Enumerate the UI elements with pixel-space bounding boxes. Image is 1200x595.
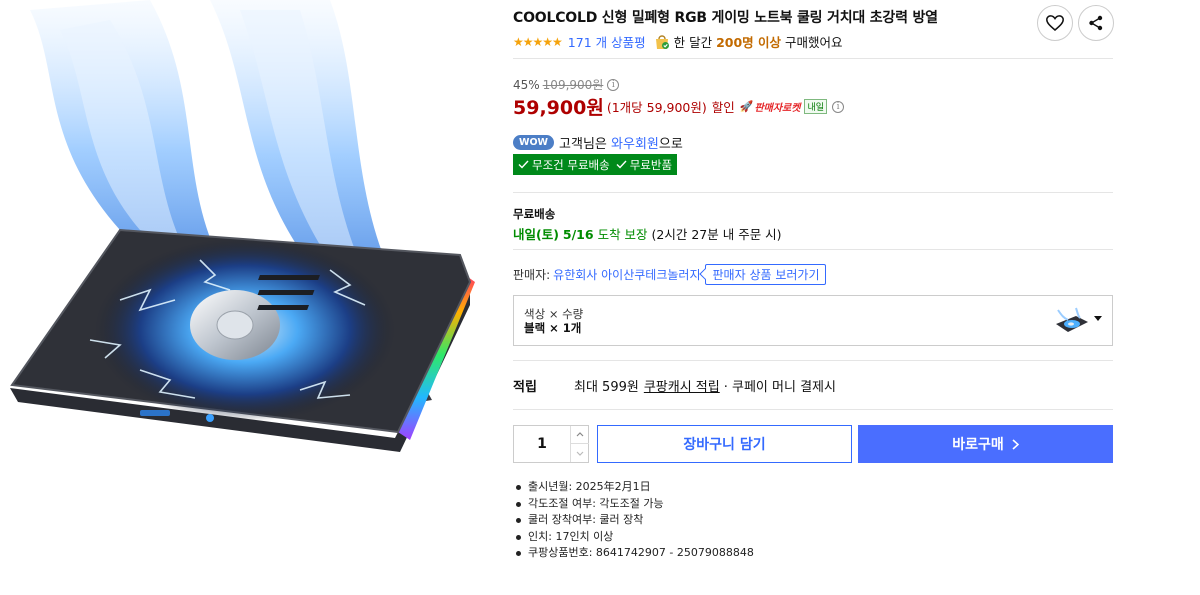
arrival-guarantee: 도착 보장 (597, 227, 648, 242)
wow-benefit-box: 무조건 무료배송 무료반품 (513, 154, 678, 175)
seller-name-link[interactable]: 유한회사 아이산쿠테크놀러지 (553, 266, 700, 283)
review-count-link[interactable]: 171 개 상품평 (568, 32, 646, 51)
product-title: COOLCOLD 신형 밀폐형 RGB 게이밍 노트북 쿨링 거치대 초강력 방… (513, 10, 938, 26)
reward-label: 적립 (513, 380, 537, 395)
bought-count: 200명 이상 (716, 35, 782, 50)
wow-member-link[interactable]: 와우회원 (611, 133, 659, 152)
wishlist-button[interactable] (1037, 5, 1073, 41)
share-icon (1089, 15, 1103, 31)
heart-icon (1046, 15, 1064, 31)
quantity-input[interactable]: 1 (514, 426, 570, 462)
monthly-purchase-text: 한 달간 200명 이상 구매했어요 (674, 32, 843, 51)
free-shipping-benefit: 무조건 무료배송 (532, 157, 610, 172)
reward-condition: · 쿠페이 머니 결제시 (723, 380, 836, 395)
quantity-decrease-button[interactable] (570, 444, 589, 462)
rocket-icon: 🚀 (739, 100, 754, 113)
option-thumbnail (1056, 307, 1088, 332)
wow-badge: WOW (513, 135, 555, 150)
buy-now-label: 바로구매 (952, 437, 1004, 453)
add-to-cart-button[interactable]: 장바구니 담기 (597, 425, 852, 463)
spec-item: 출시년월: 2025年2月1日 (513, 479, 754, 496)
spec-list: 출시년월: 2025年2月1日 각도조절 여부: 각도조절 가능 쿨러 장착여부… (513, 479, 754, 562)
chevron-up-icon (576, 432, 584, 437)
spec-item: 쿨러 장착여부: 쿨러 장착 (513, 512, 754, 529)
spec-item: 인치: 17인치 이상 (513, 529, 754, 546)
unit-price: (1개당 59,900원) (606, 100, 707, 115)
divider (513, 409, 1113, 410)
spec-item: 쿠팡상품번호: 8641742907 - 25079088848 (513, 545, 754, 562)
share-button[interactable] (1078, 5, 1114, 41)
shopping-bag-icon (655, 35, 669, 49)
tomorrow-badge: 내일 (804, 99, 828, 114)
seller-label: 판매자: (513, 268, 551, 282)
check-icon (616, 160, 627, 169)
coupang-cash-link[interactable]: 쿠팡캐시 적립 (644, 376, 720, 395)
arrival-day: 내일(토) (513, 227, 559, 242)
original-price: 109,900원 (542, 78, 604, 92)
divider (513, 192, 1113, 193)
arrival-date: 5/16 (562, 227, 594, 242)
discount-row: 45% 109,900원 i (513, 76, 620, 93)
option-value: 블랙 × 1개 (524, 321, 582, 335)
caret-down-icon (1094, 316, 1102, 321)
free-return-benefit: 무료반품 (629, 157, 673, 172)
quantity-increase-button[interactable] (570, 426, 589, 444)
chevron-right-icon (1012, 438, 1019, 450)
wow-member-row: WOW 고객님은 와우회원 으로 (513, 133, 683, 152)
bought-prefix: 한 달간 (673, 35, 713, 50)
bought-suffix: 구매했어요 (785, 35, 843, 50)
shipping-label: 무료배송 (513, 207, 556, 221)
divider (513, 249, 1113, 250)
product-image[interactable] (0, 0, 490, 595)
price-row: 59,900원 (1개당 59,900원) 할인 🚀 판매자로켓 내일 i (513, 93, 845, 120)
wow-text-suffix: 으로 (658, 137, 683, 152)
chevron-down-icon (576, 451, 584, 456)
order-deadline: (2시간 27분 내 주문 시) (651, 227, 782, 242)
laptop-cooler-illustration (10, 0, 475, 452)
divider (513, 58, 1113, 59)
seller-rocket-badge: 판매자로켓 (754, 103, 801, 114)
info-icon[interactable]: i (832, 100, 845, 113)
sale-price: 59,900원 (513, 97, 604, 119)
quantity-stepper: 1 (513, 425, 589, 463)
seller-products-button[interactable]: 판매자 상품 보러가기 (704, 264, 826, 285)
divider (513, 360, 1113, 361)
check-icon (518, 160, 529, 169)
spec-item: 각도조절 여부: 각도조절 가능 (513, 496, 754, 513)
rating-stars: ★★★★★ (513, 34, 563, 49)
seller-row: 판매자: 유한회사 아이산쿠테크놀러지 판매자 상품 보러가기 (513, 264, 826, 285)
discount-rate: 45% (513, 77, 540, 92)
option-selector[interactable]: 색상 × 수량 블랙 × 1개 (513, 295, 1113, 346)
info-icon[interactable]: i (607, 78, 620, 91)
reward-amount: 최대 599원 (574, 380, 639, 395)
reward-row: 적립 최대 599원 쿠팡캐시 적립 · 쿠페이 머니 결제시 (513, 376, 836, 395)
wow-text-prefix: 고객님은 (559, 137, 607, 152)
buy-now-button[interactable]: 바로구매 (858, 425, 1113, 463)
product-info-panel: COOLCOLD 신형 밀폐형 RGB 게이밍 노트북 쿨링 거치대 초강력 방… (513, 0, 1114, 595)
rating-row: ★★★★★ 171 개 상품평 한 달간 200명 이상 구매했어요 (513, 32, 843, 51)
delivery-estimate: 내일(토) 5/16 도착 보장 (2시간 27분 내 주문 시) (513, 224, 782, 243)
discount-word: 할인 (711, 100, 735, 115)
